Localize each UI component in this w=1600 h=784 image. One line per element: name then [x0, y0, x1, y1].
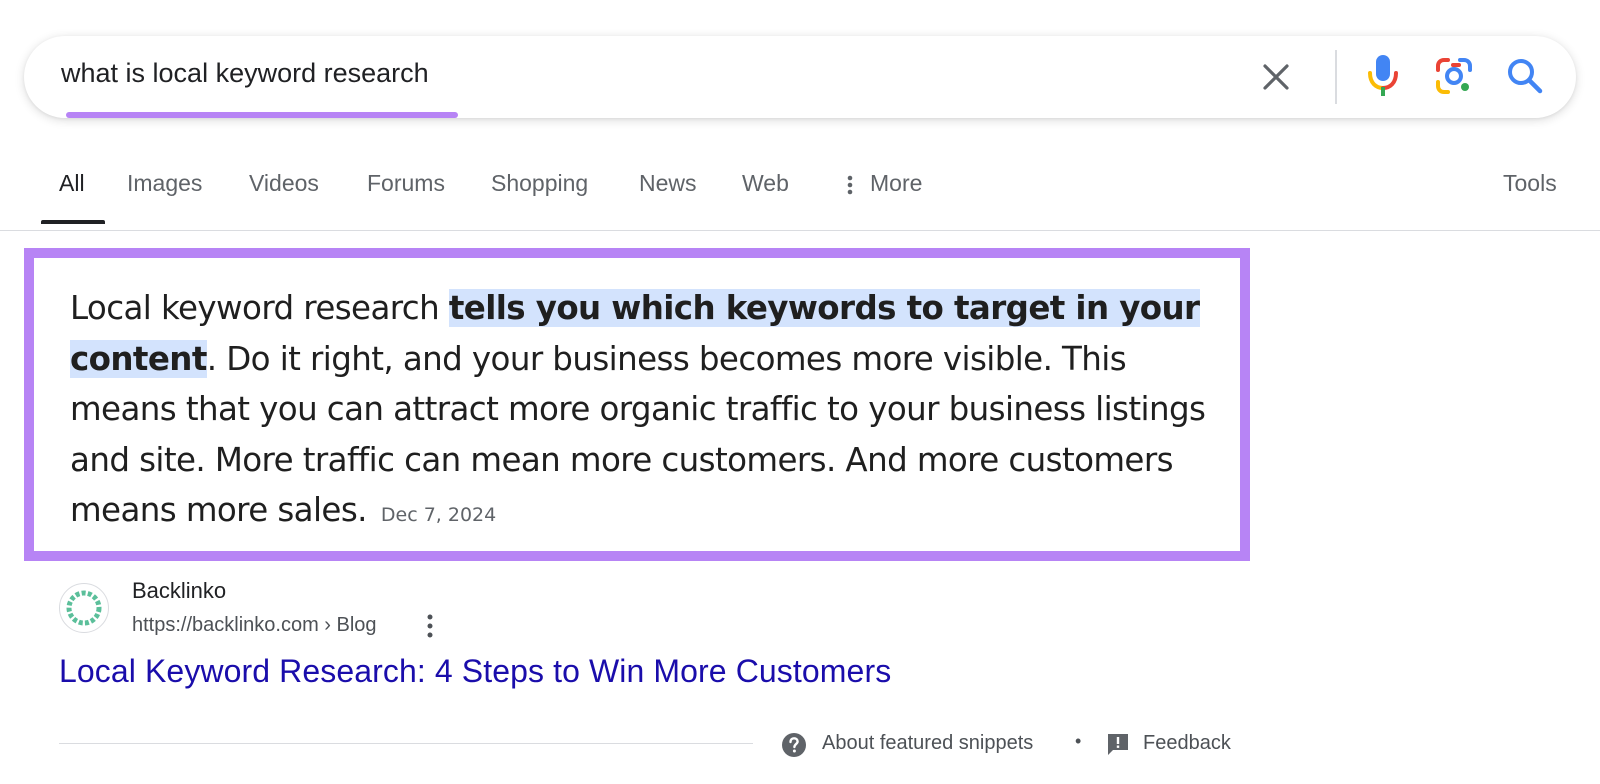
backlinko-logo-icon: [66, 590, 102, 626]
tab-images[interactable]: Images: [127, 170, 202, 197]
tab-news[interactable]: News: [639, 170, 697, 197]
search-bar: what is local keyword research: [24, 36, 1576, 118]
snippet-text-before: Local keyword research: [70, 289, 449, 327]
result-title-link[interactable]: Local Keyword Research: 4 Steps to Win M…: [59, 653, 891, 690]
tab-more[interactable]: More: [870, 170, 922, 197]
feedback-link[interactable]: Feedback: [1143, 732, 1231, 755]
tab-forums[interactable]: Forums: [367, 170, 445, 197]
search-tabs: All Images Videos Forums Shopping News W…: [0, 170, 1600, 230]
tab-all[interactable]: All: [59, 170, 85, 197]
query-highlight-underline: [66, 112, 458, 118]
tab-shopping[interactable]: Shopping: [491, 170, 588, 197]
close-icon: [1263, 64, 1289, 90]
tab-web[interactable]: Web: [742, 170, 789, 197]
google-lens-icon: [1436, 58, 1472, 94]
voice-search-button[interactable]: [1365, 53, 1401, 99]
search-bar-divider: [1335, 50, 1337, 104]
footer-separator: •: [1075, 731, 1082, 751]
help-circle-icon: [782, 733, 806, 757]
snippet-text: Local keyword research tells you which k…: [70, 283, 1240, 541]
site-favicon[interactable]: [59, 583, 109, 633]
search-icon: [1508, 59, 1543, 94]
microphone-icon: [1368, 55, 1398, 96]
featured-snippet: Local keyword research tells you which k…: [24, 248, 1250, 561]
about-snippets-button[interactable]: [781, 732, 807, 758]
google-lens-button[interactable]: [1434, 56, 1474, 96]
more-vertical-icon: [847, 175, 853, 195]
snippet-text-after: . Do it right, and your business becomes…: [70, 339, 1206, 530]
search-input[interactable]: what is local keyword research: [61, 58, 429, 89]
tab-videos[interactable]: Videos: [249, 170, 319, 197]
tools-button[interactable]: Tools: [1503, 170, 1557, 197]
footer-divider: [59, 743, 753, 744]
feedback-button[interactable]: [1106, 732, 1130, 756]
about-featured-snippets-link[interactable]: About featured snippets: [822, 732, 1033, 755]
site-name[interactable]: Backlinko: [132, 578, 226, 604]
tabs-divider: [0, 230, 1600, 231]
clear-search-button[interactable]: [1257, 58, 1295, 96]
feedback-icon: [1108, 734, 1128, 755]
snippet-date: Dec 7, 2024: [380, 504, 497, 526]
result-options-button[interactable]: [422, 612, 438, 640]
search-submit-button[interactable]: [1505, 56, 1545, 96]
more-vertical-icon: [427, 614, 433, 638]
site-url[interactable]: https://backlinko.com › Blog: [132, 614, 377, 637]
active-tab-indicator: [41, 220, 105, 224]
